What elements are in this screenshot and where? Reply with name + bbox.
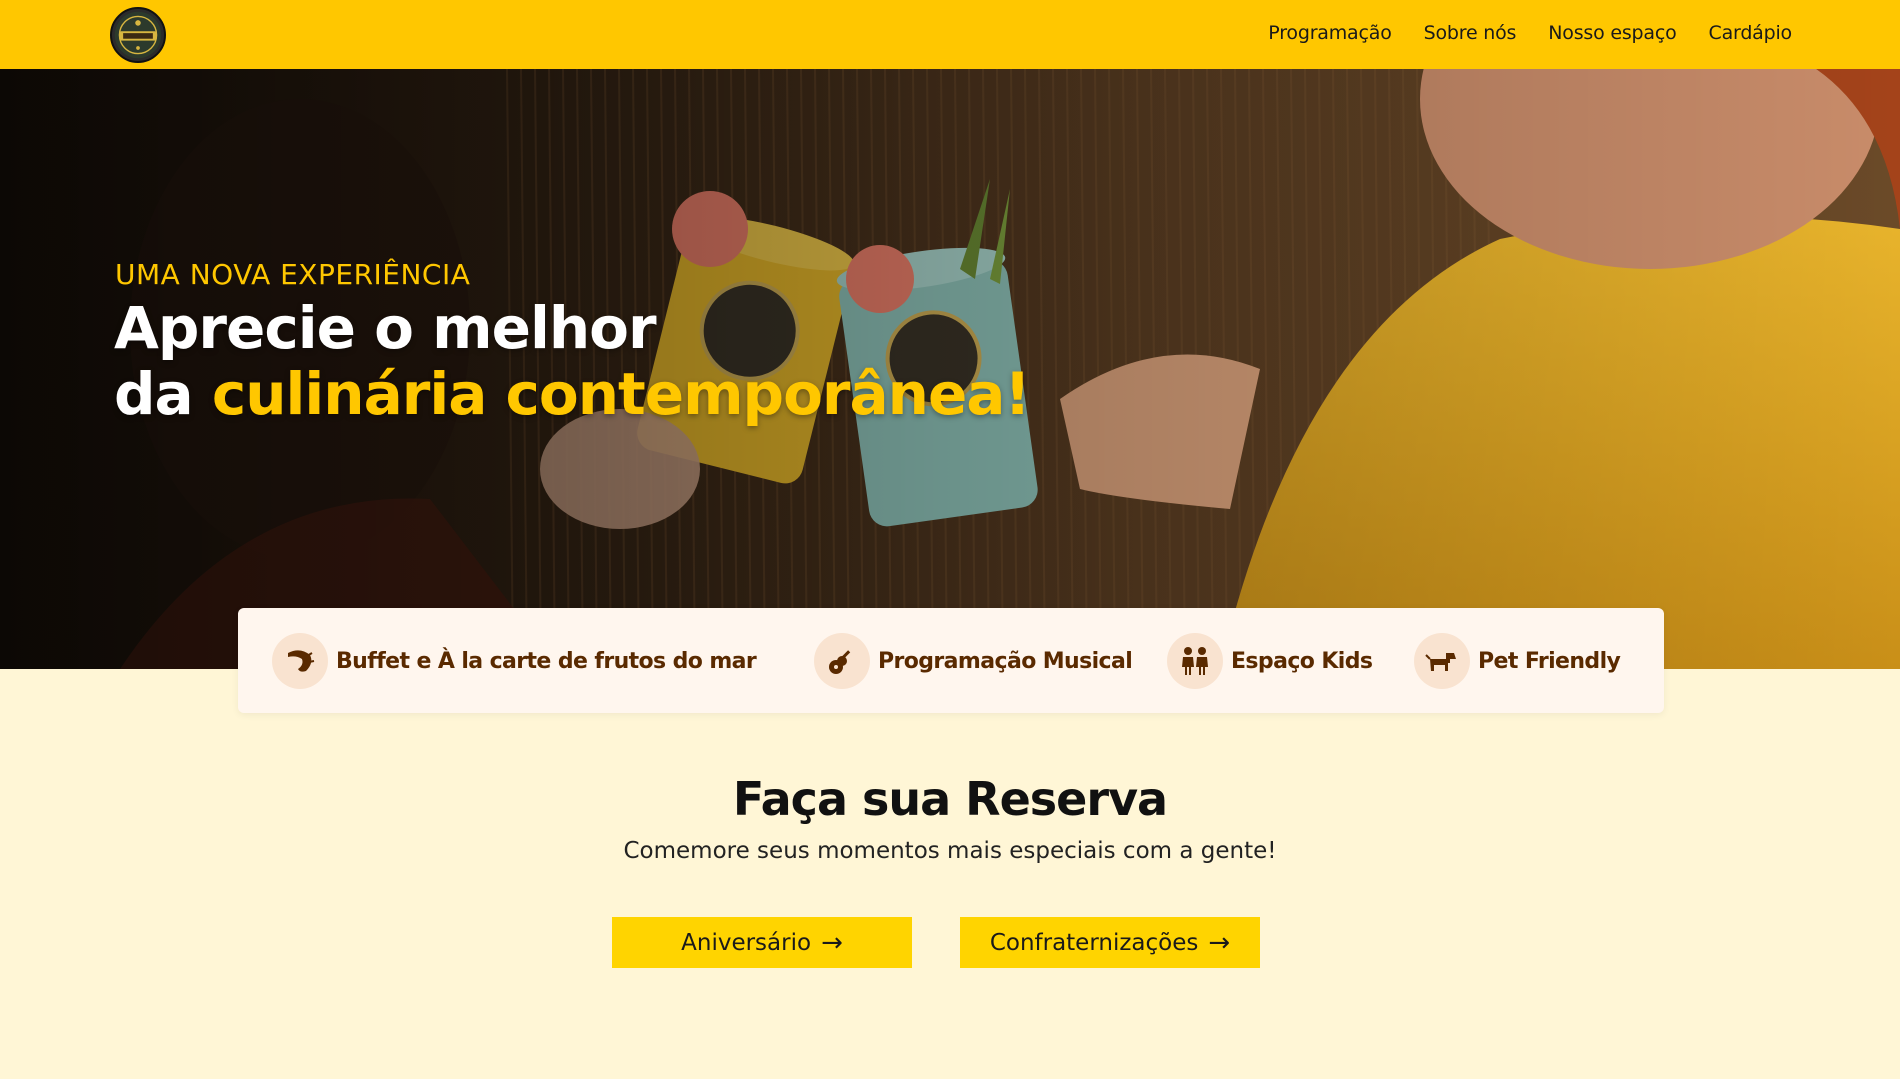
- nav-nosso-espaco[interactable]: Nosso espaço: [1548, 22, 1676, 44]
- site-header: Programação Sobre nós Nosso espaço Cardá…: [0, 0, 1900, 69]
- celebrations-button[interactable]: Confraternizações →: [960, 917, 1260, 968]
- nav-sobre-nos[interactable]: Sobre nós: [1424, 22, 1517, 44]
- birthday-button[interactable]: Aniversário →: [612, 917, 912, 968]
- headline-line-2-prefix: da: [114, 360, 212, 428]
- feature-music: Programação Musical: [814, 633, 1133, 689]
- arrow-right-icon: →: [821, 927, 843, 958]
- feature-label: Programação Musical: [878, 648, 1133, 674]
- main-nav: Programação Sobre nós Nosso espaço Cardá…: [1268, 22, 1792, 44]
- hero-section: UMA NOVA EXPERIÊNCIA Aprecie o melhor da…: [0, 69, 1900, 669]
- reservation-subtitle: Comemore seus momentos mais especiais co…: [623, 838, 1277, 864]
- nav-programacao[interactable]: Programação: [1268, 22, 1392, 44]
- feature-label: Espaço Kids: [1231, 648, 1373, 674]
- dog-icon: [1414, 633, 1470, 689]
- guitar-icon: [814, 633, 870, 689]
- hero-eyebrow: UMA NOVA EXPERIÊNCIA: [115, 258, 471, 291]
- headline-highlight: culinária contemporânea!: [211, 360, 1031, 428]
- nav-cardapio[interactable]: Cardápio: [1709, 22, 1793, 44]
- features-bar: Buffet e À la carte de frutos do mar Pro…: [238, 608, 1664, 713]
- restaurant-logo[interactable]: [110, 7, 166, 63]
- shrimp-icon: [272, 633, 328, 689]
- feature-label: Buffet e À la carte de frutos do mar: [336, 648, 757, 674]
- feature-buffet: Buffet e À la carte de frutos do mar: [272, 633, 757, 689]
- feature-kids: Espaço Kids: [1167, 633, 1373, 689]
- hero-headline: Aprecie o melhor da culinária contemporâ…: [114, 294, 1031, 428]
- button-label: Aniversário: [681, 929, 812, 956]
- feature-label: Pet Friendly: [1478, 648, 1621, 674]
- headline-line-1: Aprecie o melhor: [114, 294, 657, 362]
- arrow-right-icon: →: [1208, 927, 1231, 958]
- kids-icon: [1167, 633, 1223, 689]
- button-label: Confraternizações: [989, 929, 1199, 956]
- reservation-title: Faça sua Reserva: [732, 772, 1168, 826]
- feature-pet: Pet Friendly: [1414, 633, 1621, 689]
